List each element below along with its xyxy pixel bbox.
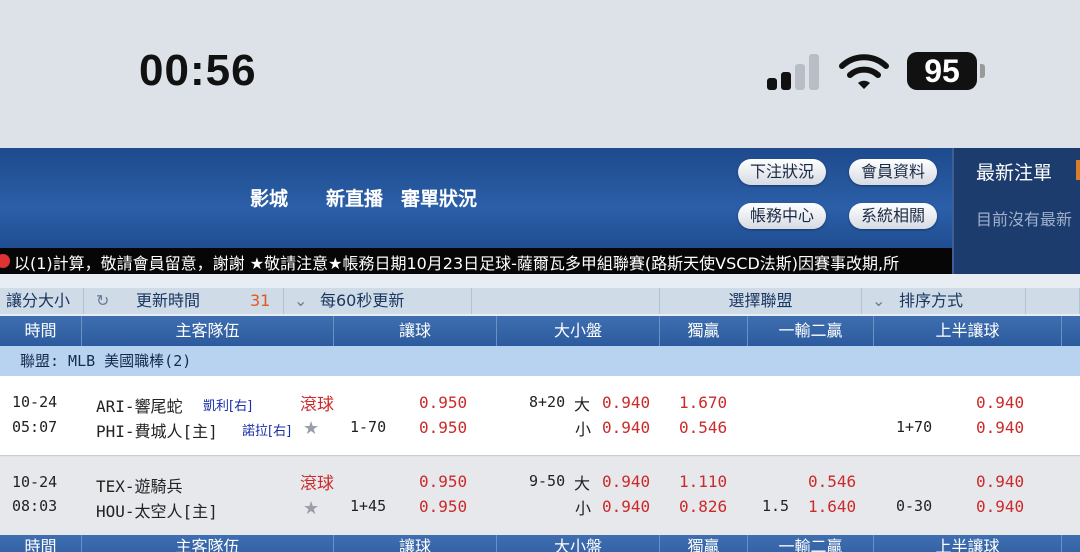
toolbar-end	[1026, 288, 1080, 314]
nav-live[interactable]: 新直播	[326, 184, 383, 211]
bet-status-button[interactable]: 下注狀況	[738, 159, 827, 185]
col-time: 時間	[0, 316, 82, 346]
table-row: 10-24 08:03 TEX-遊騎兵 HOU-太空人[主] 滾球 ★ 1+45…	[0, 457, 1080, 535]
col-teams: 主客隊伍	[82, 316, 334, 346]
handicap-line: 1+45	[350, 497, 387, 515]
marquee-text: 以(1)計算，敬請會員留意，謝謝 ★敬請注意★帳務日期10月23日足球-薩爾瓦多…	[14, 254, 900, 273]
status-bar: 00:56 95	[0, 0, 1080, 148]
moneyline-away[interactable]: 1.110	[679, 472, 727, 491]
live-badge[interactable]: 滾球	[300, 390, 334, 415]
table-row: 10-24 05:07 ARI-響尾蛇 凱利[右] PHI-費城人[主] 諾拉[…	[0, 376, 1080, 456]
handicap-home-odds[interactable]: 0.950	[419, 497, 467, 516]
first-half-line: 1+70	[896, 418, 933, 436]
toolbar-spacer	[472, 288, 660, 314]
table-header: 時間 主客隊伍 讓球 大小盤 獨贏 一輸二贏 上半讓球	[0, 316, 1080, 346]
announcement-marquee[interactable]: 以(1)計算，敬請會員留意，謝謝 ★敬請注意★帳務日期10月23日足球-薩爾瓦多…	[0, 248, 952, 274]
cellular-signal-icon	[767, 54, 823, 90]
nav-cinema[interactable]: 影城	[250, 184, 288, 211]
panel-accent	[1076, 160, 1080, 180]
one-loss-home-odds[interactable]: 1.640	[808, 497, 856, 516]
interval-select[interactable]: ⌄ 每60秒更新	[284, 288, 472, 314]
battery-tip	[980, 64, 985, 78]
member-info-button[interactable]: 會員資料	[849, 159, 938, 185]
away-team: ARI-響尾蛇	[96, 397, 183, 416]
col-one-loss-two-win: 一輸二贏	[748, 535, 874, 552]
col-moneyline: 獨贏	[660, 316, 748, 346]
mode-select[interactable]: 讓分大小	[0, 288, 84, 314]
handicap-line: 1-70	[350, 418, 387, 436]
first-half-line: 0-30	[896, 497, 933, 515]
ou-line: 9-50	[529, 472, 566, 490]
first-half-away-odds[interactable]: 0.940	[976, 393, 1024, 412]
chevron-down-icon: ⌄	[872, 291, 886, 310]
col-over-under: 大小盤	[497, 535, 660, 552]
league-header[interactable]: 聯盟: MLB 美國職棒(2)	[0, 346, 1080, 376]
select-league-label: 選擇聯盟	[728, 291, 793, 310]
home-team: HOU-太空人[主]	[96, 502, 218, 521]
game-date: 10-24	[12, 393, 58, 411]
ou-line: 8+20	[529, 393, 566, 411]
over-odds[interactable]: 0.940	[602, 393, 650, 412]
col-handicap: 讓球	[334, 535, 497, 552]
col-one-loss-two-win: 一輸二贏	[748, 316, 874, 346]
under-odds[interactable]: 0.940	[602, 418, 650, 437]
latest-bets-title: 最新注單	[976, 162, 1053, 184]
game-time: 08:03	[12, 497, 58, 515]
mode-label: 讓分大小	[6, 291, 71, 310]
alert-icon	[0, 254, 10, 268]
over-label: 大	[574, 395, 591, 414]
col-first-half-handicap: 上半讓球	[874, 535, 1062, 552]
wifi-icon	[839, 54, 889, 89]
first-half-home-odds[interactable]: 0.940	[976, 497, 1024, 516]
game-time: 05:07	[12, 418, 58, 436]
site-header: 影城 新直播 審單狀況 下注狀況 會員資料 帳務中心 系統相關	[0, 148, 1080, 248]
sort-select[interactable]: ⌄ 排序方式	[862, 288, 1026, 314]
table-header-repeat: 時間 主客隊伍 讓球 大小盤 獨贏 一輸二贏 上半讓球	[0, 535, 1080, 552]
first-half-away-odds[interactable]: 0.940	[976, 472, 1024, 491]
latest-bets-panel: 最新注單 目前沒有最新	[952, 148, 1080, 274]
col-over-under: 大小盤	[497, 316, 660, 346]
moneyline-home[interactable]: 0.826	[679, 497, 727, 516]
over-odds[interactable]: 0.940	[602, 472, 650, 491]
home-pitcher: 諾拉[右]	[242, 424, 292, 439]
update-time-label: 更新時間	[136, 291, 201, 310]
account-center-button[interactable]: 帳務中心	[738, 203, 827, 229]
handicap-away-odds[interactable]: 0.950	[419, 472, 467, 491]
refresh-icon: ↻	[96, 291, 110, 310]
col-moneyline: 獨贏	[660, 535, 748, 552]
refresh-button[interactable]: ↻ 更新時間 31	[84, 288, 284, 314]
away-team: TEX-遊騎兵	[96, 477, 183, 496]
favorite-star-icon[interactable]: ★	[303, 418, 319, 439]
first-half-home-odds[interactable]: 0.940	[976, 418, 1024, 437]
moneyline-away[interactable]: 1.670	[679, 393, 727, 412]
under-label: 小	[575, 499, 592, 518]
one-loss-line: 1.5	[762, 497, 790, 515]
under-label: 小	[575, 420, 592, 439]
countdown: 31	[250, 291, 271, 310]
handicap-home-odds[interactable]: 0.950	[419, 418, 467, 437]
nav-review[interactable]: 審單狀況	[401, 184, 477, 211]
over-label: 大	[574, 474, 591, 493]
home-team: PHI-費城人[主]	[96, 422, 218, 441]
col-handicap: 讓球	[334, 316, 497, 346]
live-badge[interactable]: 滾球	[300, 469, 334, 494]
col-time: 時間	[0, 535, 82, 552]
favorite-star-icon[interactable]: ★	[303, 498, 319, 519]
handicap-away-odds[interactable]: 0.950	[419, 393, 467, 412]
moneyline-home[interactable]: 0.546	[679, 418, 727, 437]
sort-label: 排序方式	[899, 291, 964, 310]
select-league-button[interactable]: 選擇聯盟	[660, 288, 862, 314]
system-button[interactable]: 系統相關	[849, 203, 938, 229]
away-pitcher: 凱利[右]	[203, 399, 253, 414]
interval-label: 每60秒更新	[320, 291, 405, 310]
one-loss-away-odds[interactable]: 0.546	[808, 472, 856, 491]
battery-indicator: 95	[907, 52, 977, 90]
chevron-down-icon: ⌄	[294, 291, 308, 310]
col-teams: 主客隊伍	[82, 535, 334, 552]
col-first-half-handicap: 上半讓球	[874, 316, 1062, 346]
under-odds[interactable]: 0.940	[602, 497, 650, 516]
latest-bets-empty: 目前沒有最新	[976, 210, 1073, 229]
game-date: 10-24	[12, 473, 58, 491]
status-time: 00:56	[139, 46, 257, 95]
